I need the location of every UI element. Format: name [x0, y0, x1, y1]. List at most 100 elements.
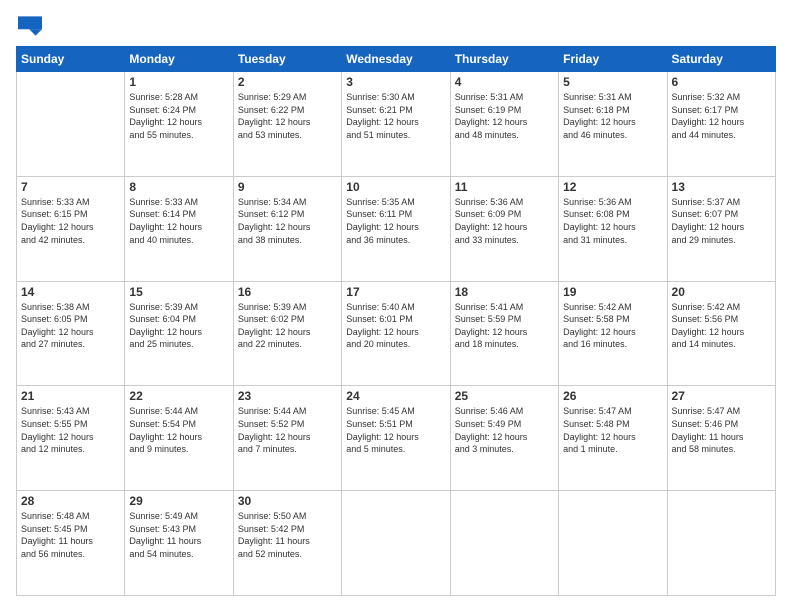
calendar-cell [667, 491, 775, 596]
calendar-cell: 21 Sunrise: 5:43 AM Sunset: 5:55 PM Dayli… [17, 386, 125, 491]
calendar-cell: 10 Sunrise: 5:35 AM Sunset: 6:11 PM Dayli… [342, 176, 450, 281]
day-number: 11 [455, 180, 554, 194]
calendar-cell: 4Sunrise: 5:31 AM Sunset: 6:19 PM Daylig… [450, 72, 558, 177]
calendar-week-row-5: 28 Sunrise: 5:48 AM Sunset: 5:45 PM Dayli… [17, 491, 776, 596]
calendar-cell [559, 491, 667, 596]
day-number: 7 [21, 180, 120, 194]
cell-info: Sunrise: 5:33 AM Sunset: 6:14 PM Dayligh… [129, 196, 228, 246]
calendar-cell: 28 Sunrise: 5:48 AM Sunset: 5:45 PM Dayli… [17, 491, 125, 596]
day-number: 15 [129, 285, 228, 299]
calendar-cell: 14 Sunrise: 5:38 AM Sunset: 6:05 PM Dayli… [17, 281, 125, 386]
day-number: 25 [455, 389, 554, 403]
cell-info: Sunrise: 5:31 AM Sunset: 6:19 PM Dayligh… [455, 91, 554, 141]
cell-info: Sunrise: 5:37 AM Sunset: 6:07 PM Dayligh… [672, 196, 771, 246]
cell-info: Sunrise: 5:36 AM Sunset: 6:09 PM Dayligh… [455, 196, 554, 246]
logo-icon [18, 16, 42, 36]
calendar-week-row-3: 14 Sunrise: 5:38 AM Sunset: 6:05 PM Dayli… [17, 281, 776, 386]
day-number: 21 [21, 389, 120, 403]
calendar-week-row-1: 1 Sunrise: 5:28 AM Sunset: 6:24 PM Daylig… [17, 72, 776, 177]
day-number: 10 [346, 180, 445, 194]
weekday-header-tuesday: Tuesday [233, 47, 341, 72]
day-number: 14 [21, 285, 120, 299]
day-number: 27 [672, 389, 771, 403]
calendar-week-row-2: 7Sunrise: 5:33 AM Sunset: 6:15 PM Daylig… [17, 176, 776, 281]
cell-info: Sunrise: 5:30 AM Sunset: 6:21 PM Dayligh… [346, 91, 445, 141]
day-number: 29 [129, 494, 228, 508]
calendar-cell: 1 Sunrise: 5:28 AM Sunset: 6:24 PM Daylig… [125, 72, 233, 177]
weekday-header-row: SundayMondayTuesdayWednesdayThursdayFrid… [17, 47, 776, 72]
cell-info: Sunrise: 5:47 AM Sunset: 5:48 PM Dayligh… [563, 405, 662, 455]
day-number: 1 [129, 75, 228, 89]
day-number: 3 [346, 75, 445, 89]
cell-info: Sunrise: 5:41 AM Sunset: 5:59 PM Dayligh… [455, 301, 554, 351]
calendar-cell: 8 Sunrise: 5:33 AM Sunset: 6:14 PM Daylig… [125, 176, 233, 281]
cell-info: Sunrise: 5:48 AM Sunset: 5:45 PM Dayligh… [21, 510, 120, 560]
calendar-cell: 23 Sunrise: 5:44 AM Sunset: 5:52 PM Dayli… [233, 386, 341, 491]
cell-info: Sunrise: 5:39 AM Sunset: 6:02 PM Dayligh… [238, 301, 337, 351]
calendar-cell: 6Sunrise: 5:32 AM Sunset: 6:17 PM Daylig… [667, 72, 775, 177]
cell-info: Sunrise: 5:42 AM Sunset: 5:56 PM Dayligh… [672, 301, 771, 351]
cell-info: Sunrise: 5:49 AM Sunset: 5:43 PM Dayligh… [129, 510, 228, 560]
cell-info: Sunrise: 5:28 AM Sunset: 6:24 PM Dayligh… [129, 91, 228, 141]
day-number: 5 [563, 75, 662, 89]
cell-info: Sunrise: 5:47 AM Sunset: 5:46 PM Dayligh… [672, 405, 771, 455]
cell-info: Sunrise: 5:29 AM Sunset: 6:22 PM Dayligh… [238, 91, 337, 141]
logo [16, 16, 46, 36]
calendar-cell: 5Sunrise: 5:31 AM Sunset: 6:18 PM Daylig… [559, 72, 667, 177]
day-number: 17 [346, 285, 445, 299]
day-number: 2 [238, 75, 337, 89]
cell-info: Sunrise: 5:32 AM Sunset: 6:17 PM Dayligh… [672, 91, 771, 141]
calendar-cell: 24 Sunrise: 5:45 AM Sunset: 5:51 PM Dayli… [342, 386, 450, 491]
calendar-cell: 15 Sunrise: 5:39 AM Sunset: 6:04 PM Dayli… [125, 281, 233, 386]
cell-info: Sunrise: 5:44 AM Sunset: 5:54 PM Dayligh… [129, 405, 228, 455]
page: SundayMondayTuesdayWednesdayThursdayFrid… [0, 0, 792, 612]
calendar-cell: 11 Sunrise: 5:36 AM Sunset: 6:09 PM Dayli… [450, 176, 558, 281]
calendar-cell: 3 Sunrise: 5:30 AM Sunset: 6:21 PM Daylig… [342, 72, 450, 177]
cell-info: Sunrise: 5:50 AM Sunset: 5:42 PM Dayligh… [238, 510, 337, 560]
calendar-cell [17, 72, 125, 177]
cell-info: Sunrise: 5:38 AM Sunset: 6:05 PM Dayligh… [21, 301, 120, 351]
cell-info: Sunrise: 5:36 AM Sunset: 6:08 PM Dayligh… [563, 196, 662, 246]
day-number: 18 [455, 285, 554, 299]
cell-info: Sunrise: 5:42 AM Sunset: 5:58 PM Dayligh… [563, 301, 662, 351]
calendar-cell: 17 Sunrise: 5:40 AM Sunset: 6:01 PM Dayli… [342, 281, 450, 386]
weekday-header-saturday: Saturday [667, 47, 775, 72]
calendar-cell: 30 Sunrise: 5:50 AM Sunset: 5:42 PM Dayli… [233, 491, 341, 596]
calendar-cell: 25 Sunrise: 5:46 AM Sunset: 5:49 PM Dayli… [450, 386, 558, 491]
calendar-cell: 26 Sunrise: 5:47 AM Sunset: 5:48 PM Dayli… [559, 386, 667, 491]
day-number: 28 [21, 494, 120, 508]
calendar-cell: 29 Sunrise: 5:49 AM Sunset: 5:43 PM Dayli… [125, 491, 233, 596]
calendar-week-row-4: 21 Sunrise: 5:43 AM Sunset: 5:55 PM Dayli… [17, 386, 776, 491]
day-number: 8 [129, 180, 228, 194]
cell-info: Sunrise: 5:45 AM Sunset: 5:51 PM Dayligh… [346, 405, 445, 455]
weekday-header-thursday: Thursday [450, 47, 558, 72]
cell-info: Sunrise: 5:35 AM Sunset: 6:11 PM Dayligh… [346, 196, 445, 246]
calendar-cell: 22 Sunrise: 5:44 AM Sunset: 5:54 PM Dayli… [125, 386, 233, 491]
cell-info: Sunrise: 5:40 AM Sunset: 6:01 PM Dayligh… [346, 301, 445, 351]
calendar-cell: 2 Sunrise: 5:29 AM Sunset: 6:22 PM Daylig… [233, 72, 341, 177]
calendar-cell: 13Sunrise: 5:37 AM Sunset: 6:07 PM Dayli… [667, 176, 775, 281]
cell-info: Sunrise: 5:46 AM Sunset: 5:49 PM Dayligh… [455, 405, 554, 455]
day-number: 12 [563, 180, 662, 194]
cell-info: Sunrise: 5:44 AM Sunset: 5:52 PM Dayligh… [238, 405, 337, 455]
weekday-header-sunday: Sunday [17, 47, 125, 72]
day-number: 9 [238, 180, 337, 194]
day-number: 22 [129, 389, 228, 403]
cell-info: Sunrise: 5:43 AM Sunset: 5:55 PM Dayligh… [21, 405, 120, 455]
weekday-header-friday: Friday [559, 47, 667, 72]
day-number: 26 [563, 389, 662, 403]
day-number: 23 [238, 389, 337, 403]
day-number: 24 [346, 389, 445, 403]
calendar-cell: 20 Sunrise: 5:42 AM Sunset: 5:56 PM Dayli… [667, 281, 775, 386]
calendar-cell: 27 Sunrise: 5:47 AM Sunset: 5:46 PM Dayli… [667, 386, 775, 491]
calendar-cell: 7Sunrise: 5:33 AM Sunset: 6:15 PM Daylig… [17, 176, 125, 281]
weekday-header-wednesday: Wednesday [342, 47, 450, 72]
calendar-cell: 9 Sunrise: 5:34 AM Sunset: 6:12 PM Daylig… [233, 176, 341, 281]
calendar-cell [342, 491, 450, 596]
day-number: 30 [238, 494, 337, 508]
day-number: 20 [672, 285, 771, 299]
cell-info: Sunrise: 5:34 AM Sunset: 6:12 PM Dayligh… [238, 196, 337, 246]
calendar-cell: 18 Sunrise: 5:41 AM Sunset: 5:59 PM Dayli… [450, 281, 558, 386]
cell-info: Sunrise: 5:39 AM Sunset: 6:04 PM Dayligh… [129, 301, 228, 351]
calendar-cell [450, 491, 558, 596]
